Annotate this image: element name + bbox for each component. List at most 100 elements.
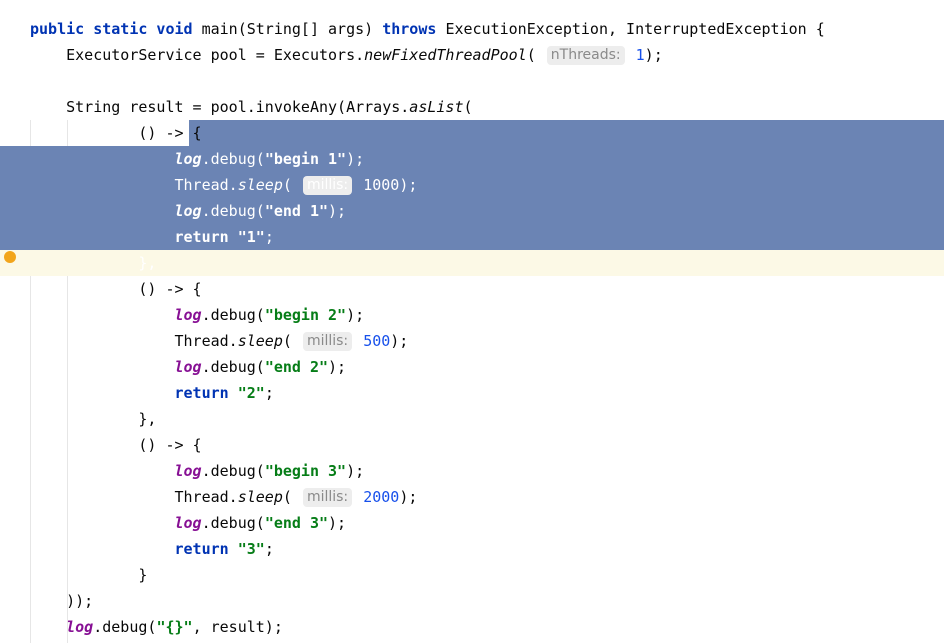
code-token: ; <box>264 540 274 558</box>
code-line[interactable]: Thread.sleep( millis: 500); <box>0 328 944 354</box>
code-token: newFixedThreadPool <box>364 46 527 64</box>
code-token: "end 3" <box>264 514 329 532</box>
code-token: log <box>66 618 94 636</box>
code-text: return "1"; <box>30 224 274 250</box>
code-token: ExecutorService pool = Executors. <box>30 46 365 64</box>
code-token: ( <box>282 488 301 506</box>
code-line[interactable]: Thread.sleep( millis: 1000); <box>0 172 944 198</box>
code-text: return "2"; <box>30 380 274 406</box>
code-token: Thread. <box>30 488 238 506</box>
code-line[interactable]: log.debug("end 2"); <box>0 354 944 380</box>
code-text: log.debug("begin 2"); <box>30 302 365 328</box>
parameter-hint: millis: <box>302 332 353 351</box>
code-token: return <box>174 228 238 246</box>
parameter-hint: millis: <box>302 176 353 195</box>
code-line[interactable]: return "3"; <box>0 536 944 562</box>
code-token: }, <box>30 410 157 428</box>
code-line[interactable]: log.debug("end 3"); <box>0 510 944 536</box>
code-token: "{}" <box>156 618 193 636</box>
code-line[interactable]: }, <box>0 250 944 276</box>
code-token: asList <box>409 98 464 116</box>
code-token: log <box>174 358 202 376</box>
code-token: .debug( <box>93 618 157 636</box>
code-text: }, <box>30 406 156 432</box>
code-token: ExecutionException, InterruptedException… <box>445 20 825 38</box>
code-token: sleep <box>237 332 283 350</box>
code-text: log.debug("{}", result); <box>30 614 283 640</box>
code-line[interactable]: public static void main(String[] args) t… <box>0 16 944 42</box>
code-text: return "3"; <box>30 536 274 562</box>
code-token: ); <box>399 488 418 506</box>
code-token: () -> { <box>30 124 202 142</box>
code-text: ExecutorService pool = Executors.newFixe… <box>30 42 663 68</box>
code-token: } <box>30 566 148 584</box>
code-line[interactable]: return "1"; <box>0 224 944 250</box>
code-token: Thread. <box>30 176 238 194</box>
code-token: .debug( <box>201 202 265 220</box>
code-token: ); <box>644 46 663 64</box>
code-token: log <box>174 514 202 532</box>
code-token: 1 <box>635 46 645 64</box>
code-line[interactable]: log.debug("begin 2"); <box>0 302 944 328</box>
code-line[interactable]: log.debug("{}", result); <box>0 614 944 640</box>
code-line[interactable]: log.debug("begin 1"); <box>0 146 944 172</box>
code-token: main(String[] args) <box>201 20 383 38</box>
code-token: "end 1" <box>264 202 329 220</box>
code-token: .debug( <box>201 514 265 532</box>
code-token: ( <box>282 332 301 350</box>
code-text: )); <box>30 588 93 614</box>
parameter-hint: millis: <box>302 488 353 507</box>
code-line[interactable]: ExecutorService pool = Executors.newFixe… <box>0 42 944 68</box>
code-line[interactable]: )); <box>0 588 944 614</box>
code-token: ; <box>264 228 274 246</box>
code-token: "2" <box>237 384 265 402</box>
code-token: ); <box>328 202 347 220</box>
code-text: () -> { <box>30 120 202 146</box>
breakpoint-icon[interactable] <box>4 251 16 263</box>
code-line[interactable]: }, <box>0 406 944 432</box>
code-token: "begin 2" <box>264 306 347 324</box>
code-token: "begin 1" <box>264 150 347 168</box>
code-line[interactable]: return "2"; <box>0 380 944 406</box>
code-token: "3" <box>237 540 265 558</box>
code-token: log <box>174 306 202 324</box>
code-line[interactable]: String result = pool.invokeAny(Arrays.as… <box>0 94 944 120</box>
code-token: public static void <box>30 20 202 38</box>
code-token: ); <box>328 358 347 376</box>
code-line[interactable]: Thread.sleep( millis: 2000); <box>0 484 944 510</box>
code-token: .debug( <box>201 306 265 324</box>
code-token: return <box>174 384 238 402</box>
code-text: log.debug("end 1"); <box>30 198 347 224</box>
code-text: Thread.sleep( millis: 1000); <box>30 172 417 198</box>
code-line[interactable]: () -> { <box>0 276 944 302</box>
code-line[interactable]: () -> { <box>0 432 944 458</box>
code-text: } <box>30 562 147 588</box>
code-token: log <box>174 462 202 480</box>
code-text: log.debug("begin 1"); <box>30 146 365 172</box>
code-line[interactable] <box>0 68 944 94</box>
code-token: 2000 <box>363 488 400 506</box>
code-line[interactable]: } <box>0 562 944 588</box>
code-line[interactable]: log.debug("begin 3"); <box>0 458 944 484</box>
code-line[interactable]: log.debug("end 1"); <box>0 198 944 224</box>
code-token: log <box>174 202 202 220</box>
code-token: .debug( <box>201 462 265 480</box>
code-editor[interactable]: public static void main(String[] args) t… <box>0 0 944 643</box>
code-token: ); <box>346 462 365 480</box>
code-text: }, <box>30 250 156 276</box>
code-token: Thread. <box>30 332 238 350</box>
code-token: () -> { <box>30 436 202 454</box>
code-token: ( <box>282 176 301 194</box>
code-line[interactable]: () -> { <box>0 120 944 146</box>
code-token: )); <box>30 592 94 610</box>
code-token: }, <box>30 254 157 272</box>
